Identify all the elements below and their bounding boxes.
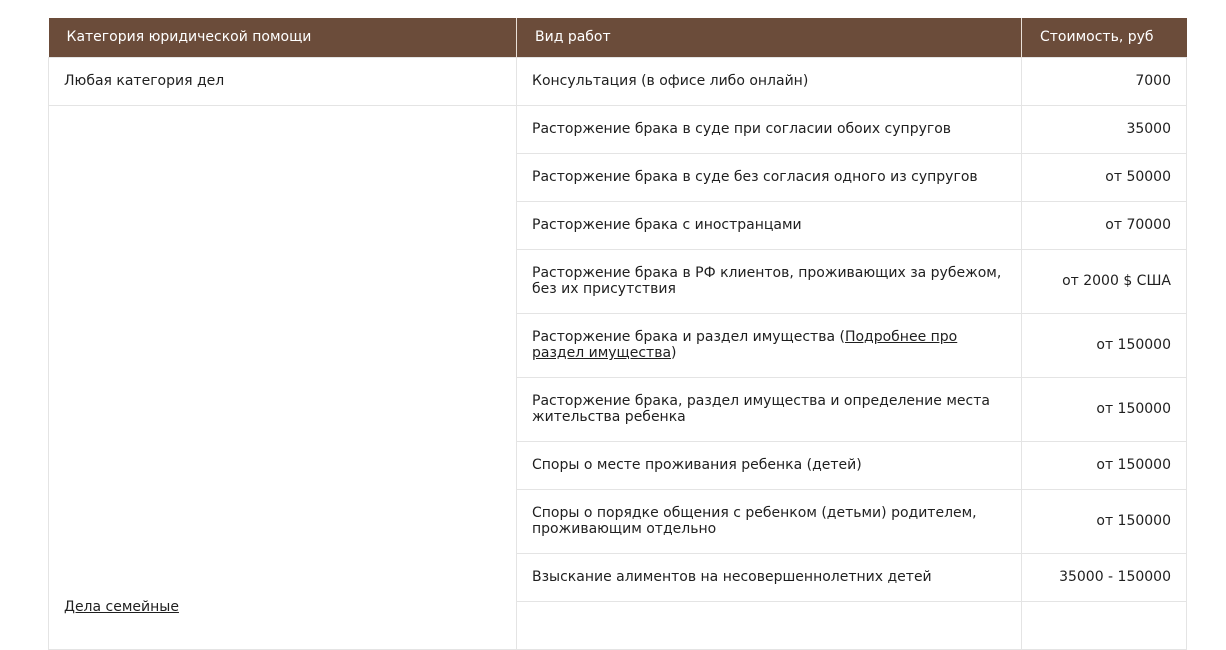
work-cell: Споры о порядке общения с ребенком (деть… [516, 488, 1022, 554]
price-cell [1021, 600, 1187, 650]
price-cell: от 150000 [1021, 440, 1187, 490]
work-cell: Консультация (в офисе либо онлайн) [516, 56, 1022, 106]
work-cell: Расторжение брака в суде при согласии об… [516, 104, 1022, 154]
category-cell: Любая категория дел [48, 56, 517, 106]
work-cell: Споры о месте проживания ребенка (детей) [516, 440, 1022, 490]
price-cell: от 150000 [1021, 488, 1187, 554]
price-cell: от 70000 [1021, 200, 1187, 250]
header-category: Категория юридической помощи [48, 18, 517, 57]
table-row: Любая категория дел Консультация (в офис… [48, 56, 1187, 106]
category-cell-family: Дела семейные [48, 104, 517, 650]
work-text-prefix: Расторжение брака и раздел имущества ( [532, 329, 845, 345]
header-row: Категория юридической помощи Вид работ С… [48, 18, 1187, 57]
work-cell: Расторжение брака и раздел имущества (По… [516, 312, 1022, 378]
price-cell: от 150000 [1021, 376, 1187, 442]
table-body: Любая категория дел Консультация (в офис… [48, 56, 1187, 650]
price-cell: от 2000 $ США [1021, 248, 1187, 314]
work-cell: Расторжение брака с иностранцами [516, 200, 1022, 250]
work-cell: Расторжение брака, раздел имущества и оп… [516, 376, 1022, 442]
price-cell: от 50000 [1021, 152, 1187, 202]
pricing-table: Категория юридической помощи Вид работ С… [48, 18, 1187, 650]
price-cell: 35000 - 150000 [1021, 552, 1187, 602]
work-cell: Расторжение брака в суде без согласия од… [516, 152, 1022, 202]
work-cell: Расторжение брака в РФ клиентов, прожива… [516, 248, 1022, 314]
header-work-type: Вид работ [516, 18, 1022, 57]
family-category-link[interactable]: Дела семейные [64, 599, 179, 615]
work-cell [516, 600, 1022, 650]
header-price: Стоимость, руб [1021, 18, 1187, 57]
work-text-suffix: ) [671, 345, 677, 361]
price-cell: 35000 [1021, 104, 1187, 154]
table-row: Дела семейные Расторжение брака в суде п… [48, 104, 1187, 650]
work-cell: Взыскание алиментов на несовершеннолетни… [516, 552, 1022, 602]
price-cell: 7000 [1021, 56, 1187, 106]
pricing-table-container: Категория юридической помощи Вид работ С… [48, 18, 1187, 650]
table-header: Категория юридической помощи Вид работ С… [48, 18, 1187, 57]
price-cell: от 150000 [1021, 312, 1187, 378]
